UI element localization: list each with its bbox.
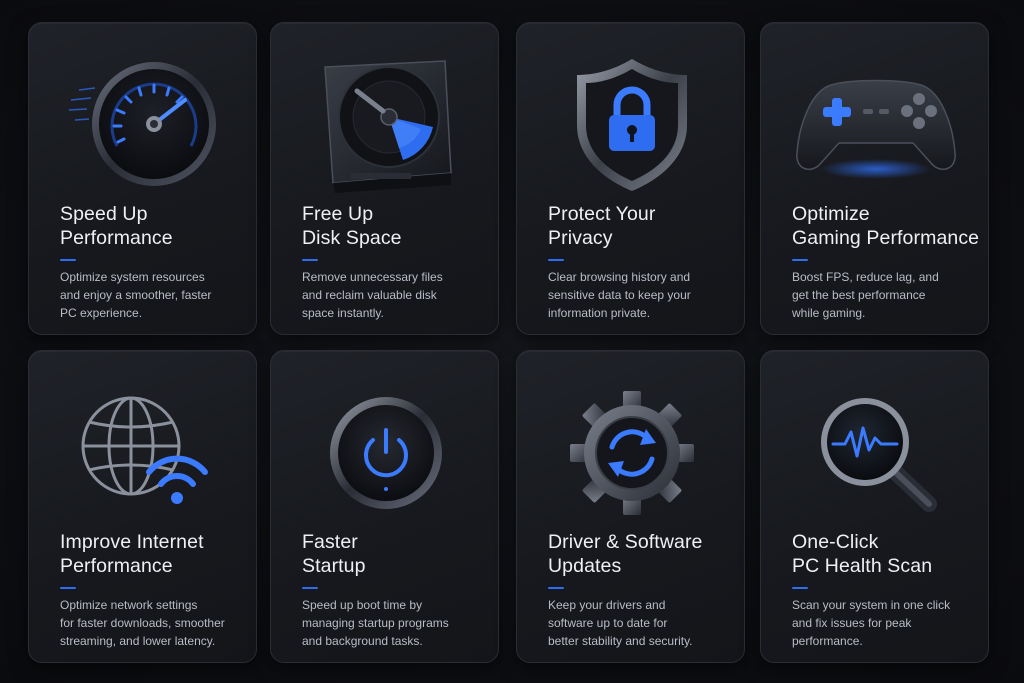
accent-line bbox=[302, 587, 318, 589]
card-title: One-Click PC Health Scan bbox=[792, 531, 933, 577]
shield-lock-icon bbox=[517, 45, 746, 205]
card-description: Boost FPS, reduce lag, and get the best p… bbox=[792, 270, 939, 320]
accent-line bbox=[548, 587, 564, 589]
card-title: Driver & Software Updates bbox=[548, 531, 703, 577]
card-description: Speed up boot time by managing startup pr… bbox=[302, 598, 449, 648]
magnifier-pulse-icon bbox=[761, 373, 990, 533]
card-title: Faster Startup bbox=[302, 531, 366, 577]
card-description: Remove unnecessary files and reclaim valu… bbox=[302, 270, 443, 320]
card-title: Protect Your Privacy bbox=[548, 203, 656, 249]
card-title: Optimize Gaming Performance bbox=[792, 203, 980, 249]
accent-line bbox=[792, 587, 808, 589]
card-description: Keep your drivers and software up to date… bbox=[548, 598, 693, 648]
card-updates[interactable]: Driver & Software Updates Keep your drive… bbox=[516, 350, 745, 663]
speedometer-icon bbox=[29, 45, 258, 205]
card-privacy[interactable]: Protect Your Privacy Clear browsing histo… bbox=[516, 22, 745, 335]
power-button-icon bbox=[271, 373, 500, 533]
accent-line bbox=[548, 259, 564, 261]
card-description: Optimize system resources and enjoy a smo… bbox=[60, 270, 212, 320]
card-description: Optimize network settings for faster down… bbox=[60, 598, 225, 648]
globe-wifi-icon bbox=[29, 373, 258, 533]
card-gaming[interactable]: Optimize Gaming Performance Boost FPS, re… bbox=[760, 22, 989, 335]
hard-disk-icon bbox=[271, 45, 500, 205]
accent-line bbox=[60, 587, 76, 589]
card-startup[interactable]: Faster Startup Speed up boot time by manag… bbox=[270, 350, 499, 663]
gamepad-icon bbox=[761, 45, 990, 205]
accent-line bbox=[792, 259, 808, 261]
card-title: Improve Internet Performance bbox=[60, 531, 204, 577]
card-internet[interactable]: Improve Internet Performance Optimize net… bbox=[28, 350, 257, 663]
card-title: Speed Up Performance bbox=[60, 203, 173, 249]
gear-refresh-icon bbox=[517, 373, 746, 533]
card-description: Clear browsing history and sensitive data… bbox=[548, 270, 691, 320]
accent-line bbox=[60, 259, 76, 261]
card-speed-up[interactable]: Speed Up Performance Optimize system reso… bbox=[28, 22, 257, 335]
accent-line bbox=[302, 259, 318, 261]
card-title: Free Up Disk Space bbox=[302, 203, 402, 249]
card-free-disk[interactable]: Free Up Disk Space Remove unnecessary fil… bbox=[270, 22, 499, 335]
card-description: Scan your system in one click and fix iss… bbox=[792, 598, 951, 648]
card-health-scan[interactable]: One-Click PC Health Scan Scan your system… bbox=[760, 350, 989, 663]
feature-grid: Speed Up Performance Optimize system reso… bbox=[0, 0, 1024, 683]
